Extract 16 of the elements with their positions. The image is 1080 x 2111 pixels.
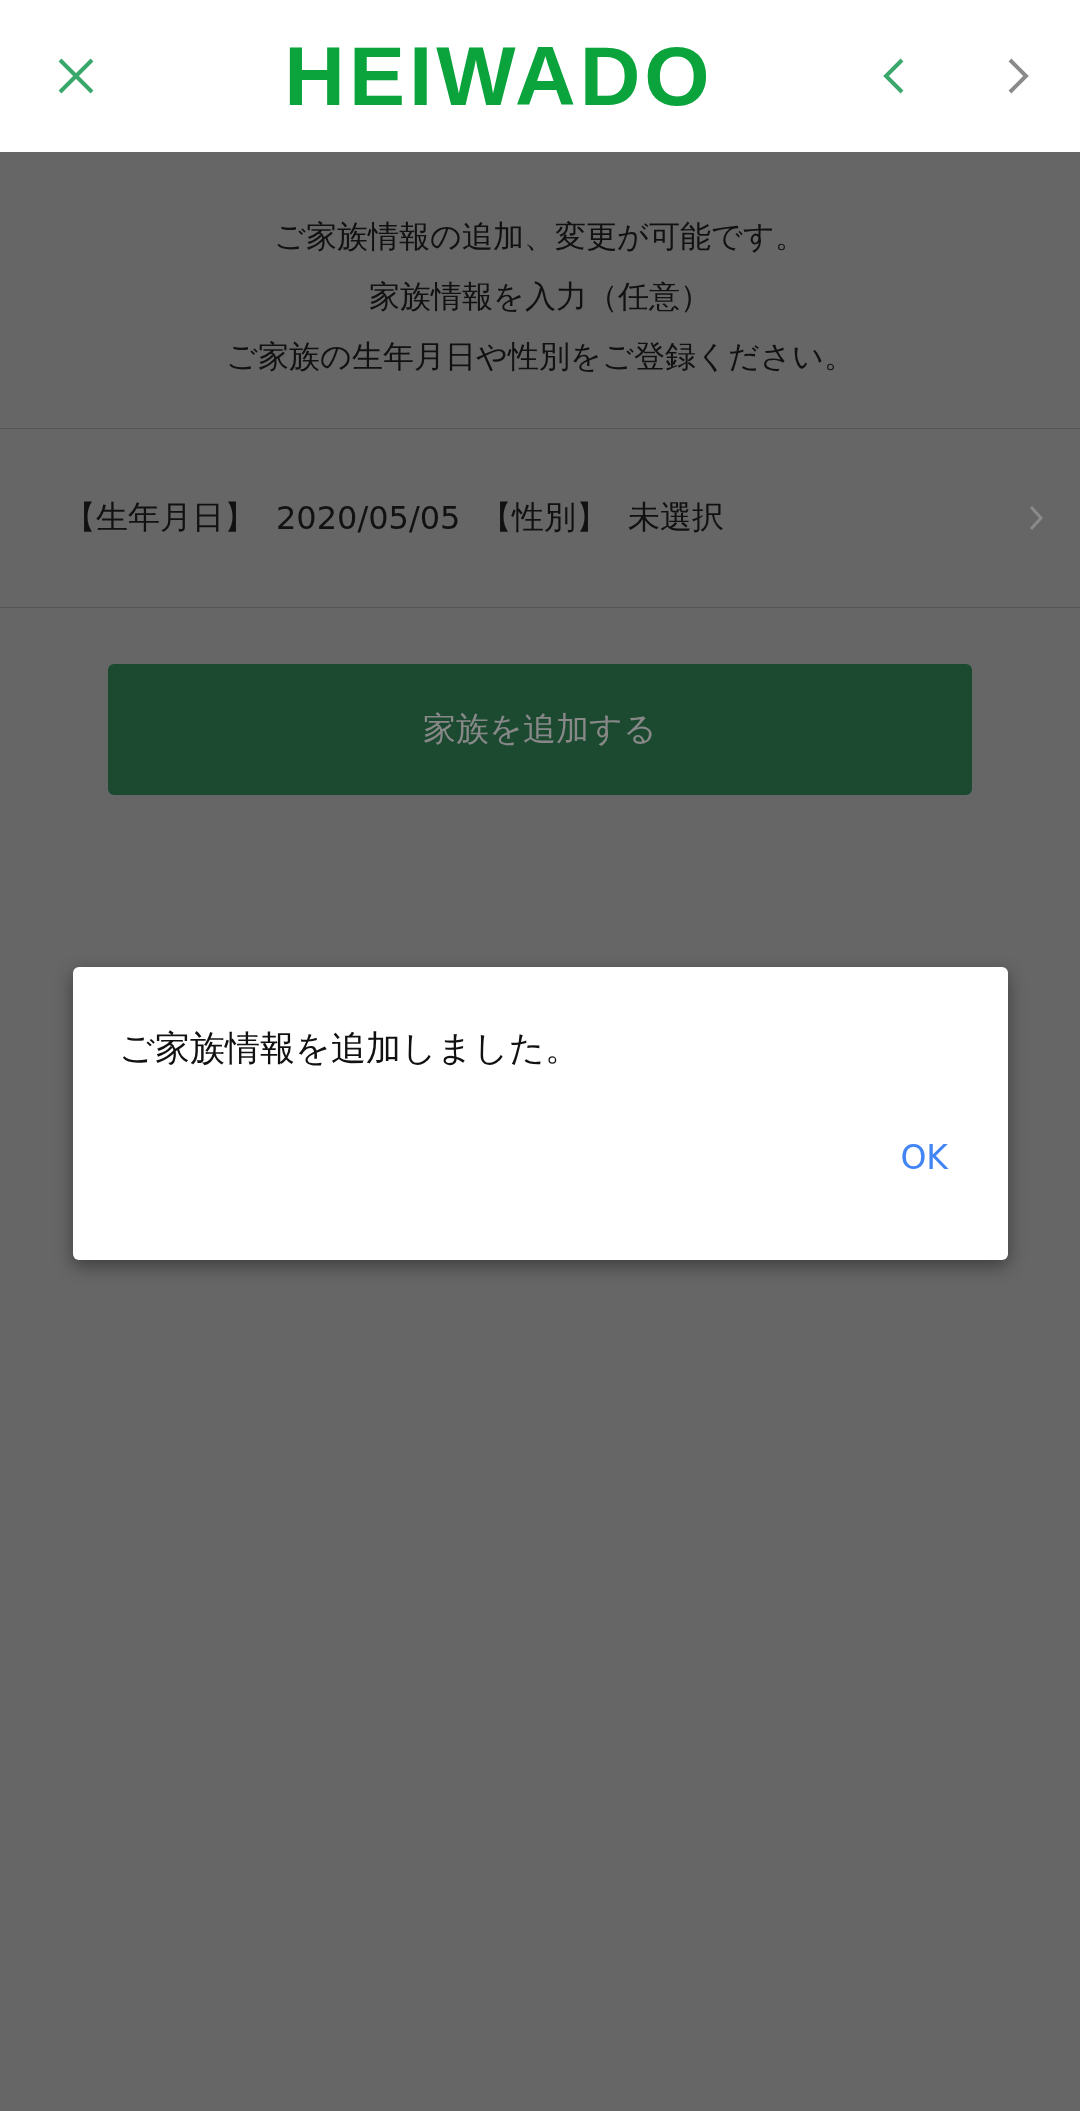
birthday-value: 2020/05/05 — [276, 499, 461, 537]
chevron-icon — [1028, 504, 1044, 532]
field-label: 【性別】 — [480, 497, 609, 538]
family-member-row[interactable]: 【生年月日】 2020/05/05 【性別】 未選択 — [0, 429, 1080, 608]
intro-text: ご家族情報の追加、変更が可能です。 — [274, 217, 806, 256]
back-chevron-icon[interactable] — [882, 56, 906, 96]
gender-value: 未選択 — [628, 497, 725, 538]
add-family-button[interactable]: 家族を追加する — [108, 664, 972, 795]
dialog-message: ご家族情報を追加しました。 — [119, 1027, 581, 1070]
field-label: 【生年月日】 — [64, 497, 256, 538]
intro-text: ご家族の生年月日や性別をご登録ください。 — [225, 337, 855, 376]
forward-chevron-icon[interactable] — [1006, 56, 1030, 96]
intro-text: 家族情報を入力（任意） — [369, 277, 711, 316]
ok-button[interactable]: OK — [886, 1130, 962, 1185]
logo: HEIWADO — [283, 27, 715, 125]
close-icon[interactable] — [56, 56, 96, 96]
